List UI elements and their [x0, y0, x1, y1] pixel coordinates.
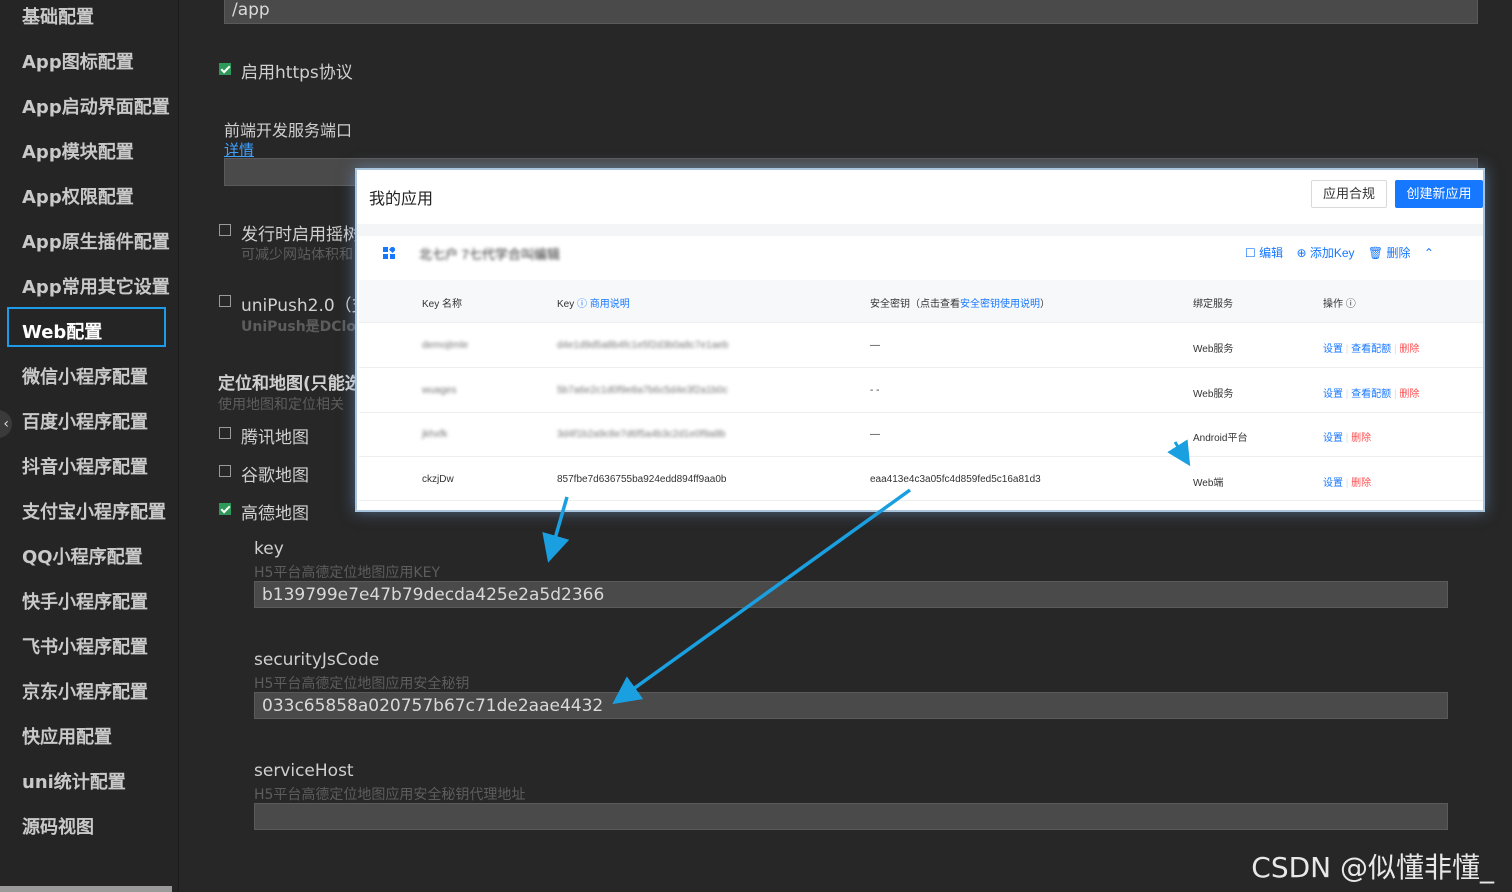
- arrow-key: [542, 496, 570, 563]
- annotation-arrows: [542, 439, 1191, 705]
- arrow-secret: [612, 488, 912, 705]
- watermark: CSDN @似懂非懂_: [1251, 851, 1494, 884]
- arrow-web: [1167, 439, 1191, 467]
